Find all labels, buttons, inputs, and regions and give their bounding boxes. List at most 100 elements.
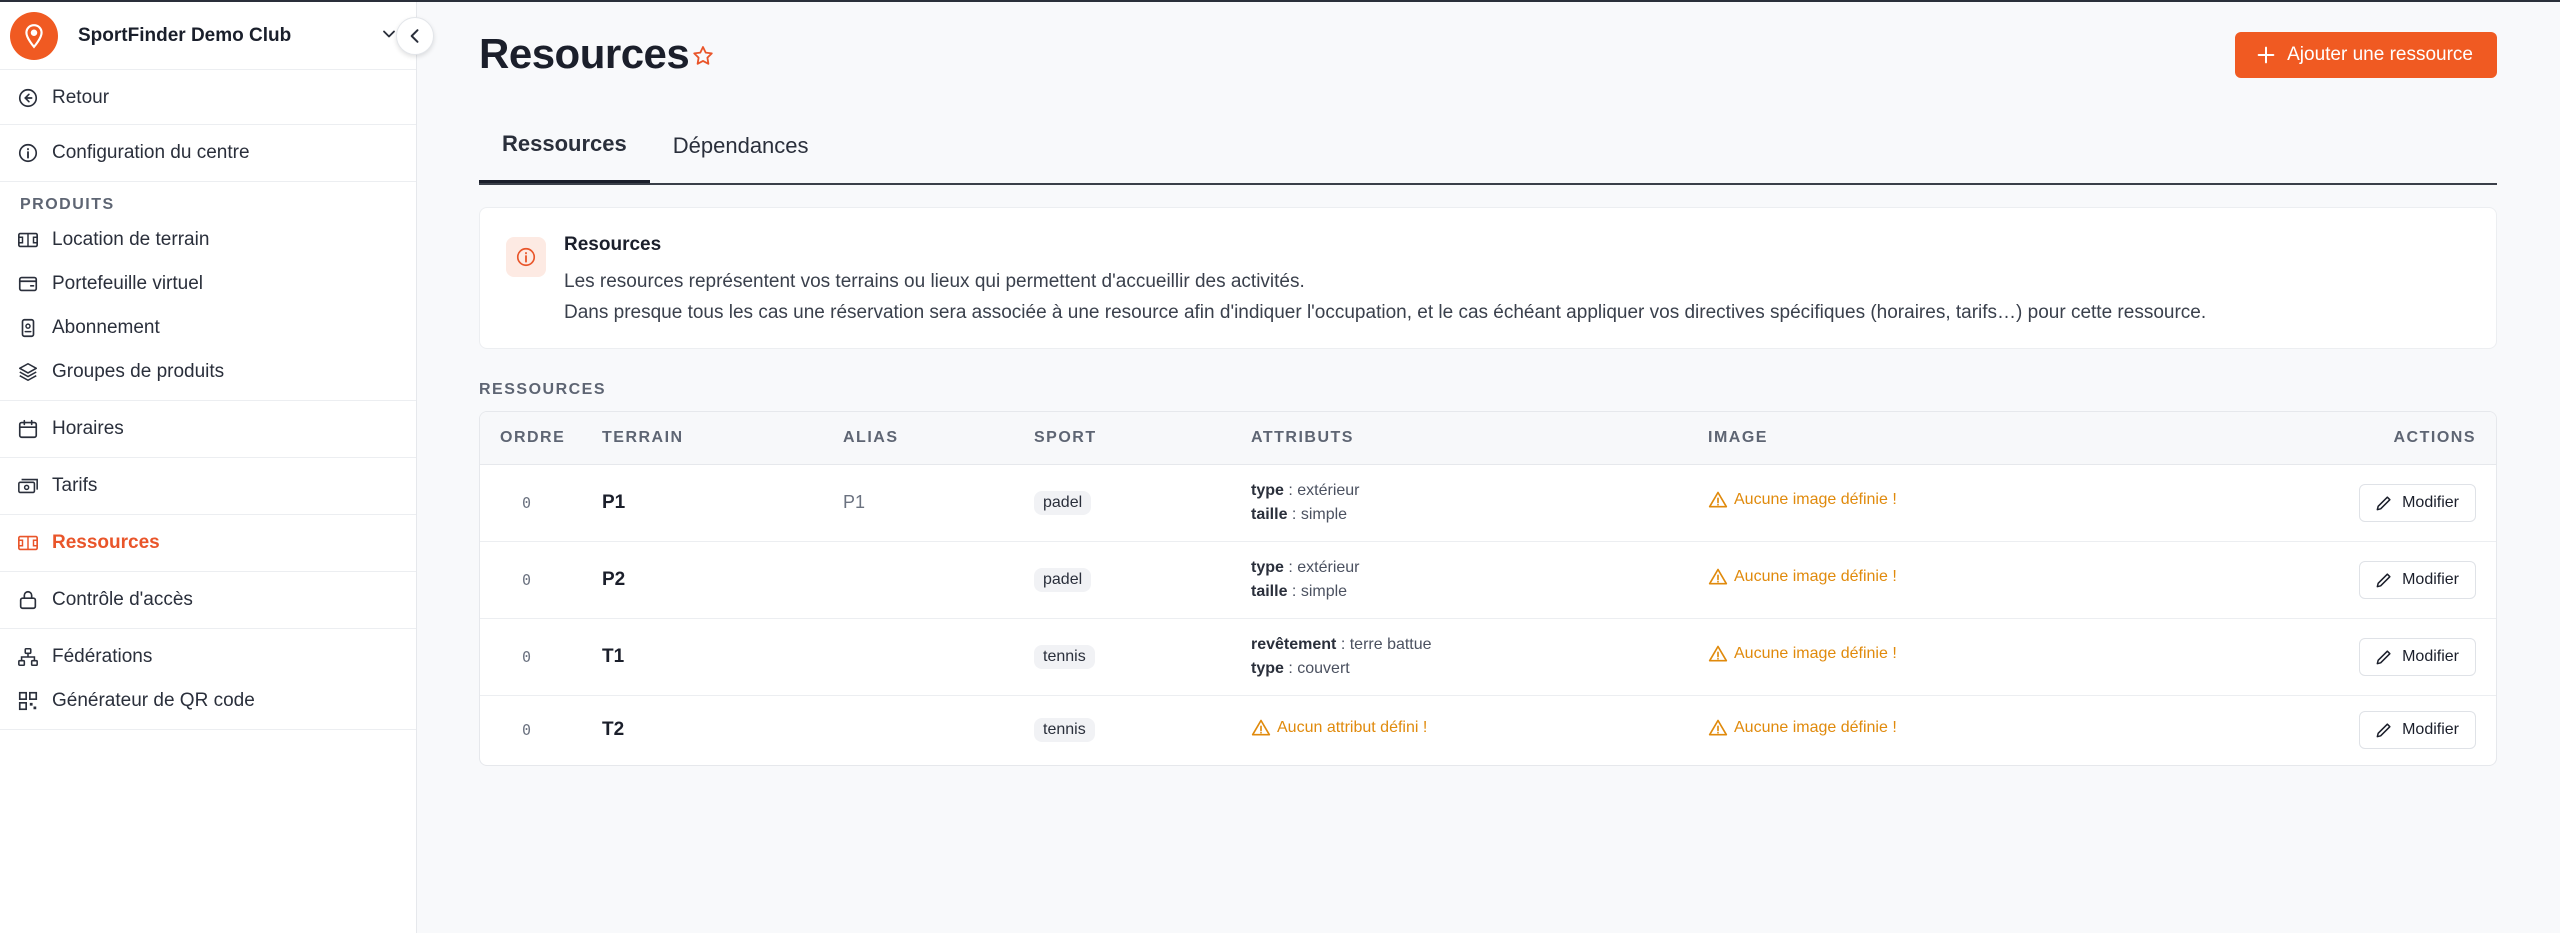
actions-cell: Modifier: [2208, 695, 2496, 765]
table-header-row: ORDRE TERRAIN ALIAS SPORT ATTRIBUTS IMAG…: [480, 412, 2496, 465]
sidebar-item-label: Groupes de produits: [52, 361, 225, 382]
alias-cell: [843, 541, 1034, 619]
info-circle-icon: [516, 247, 536, 267]
pencil-icon: [2376, 572, 2391, 587]
sidebar-item-label: Contrôle d'accès: [52, 589, 193, 610]
collapse-sidebar-button[interactable]: [396, 17, 434, 55]
sidebar-item-controle-acces[interactable]: Contrôle d'accès: [0, 578, 416, 622]
attributes-cell: Aucun attribut défini !: [1251, 695, 1708, 765]
chevron-left-icon: [410, 29, 419, 43]
info-line-2: Dans presque tous les cas une réservatio…: [564, 302, 2207, 323]
attribute-warning-text: Aucun attribut défini !: [1277, 718, 1428, 736]
sport-badge: tennis: [1034, 718, 1095, 743]
image-warning-text: Aucune image définie !: [1734, 645, 1897, 662]
actions-cell: Modifier: [2208, 618, 2496, 696]
tabs: Ressources Dépendances: [479, 108, 2497, 185]
sidebar-item-label: Configuration du centre: [52, 142, 250, 163]
location-pin-icon: [25, 23, 43, 48]
page-header: Resources Ajouter une ressource: [479, 2, 2497, 108]
edit-button[interactable]: Modifier: [2359, 637, 2476, 676]
actions-cell: Modifier: [2208, 464, 2496, 542]
edit-label: Modifier: [2402, 647, 2459, 665]
main-content: Resources Ajouter une ressource Ressourc…: [479, 2, 2497, 766]
attribute-value: extérieur: [1297, 481, 1360, 499]
sidebar-item-configuration[interactable]: Configuration du centre: [0, 131, 416, 175]
ordre-cell: 0: [522, 721, 532, 740]
table-row[interactable]: 0 P2 padel type : extérieur taille : sim…: [480, 541, 2496, 619]
info-callout: Resources Les resources représentent vos…: [479, 207, 2497, 349]
sidebar-item-tarifs[interactable]: Tarifs: [0, 464, 416, 508]
sidebar-item-label: Location de terrain: [52, 229, 210, 250]
sidebar-item-federations[interactable]: Fédérations: [0, 635, 416, 679]
sidebar-item-location-terrain[interactable]: Location de terrain: [0, 218, 416, 262]
edit-label: Modifier: [2402, 721, 2459, 739]
star-icon[interactable]: [691, 44, 715, 68]
sidebar-item-portefeuille[interactable]: Portefeuille virtuel: [0, 262, 416, 306]
warning-triangle-icon: [1708, 568, 1728, 585]
sidebar-item-label: Ressources: [52, 532, 160, 553]
alias-cell: [843, 695, 1034, 765]
column-header-sport[interactable]: SPORT: [1034, 412, 1251, 465]
attribute-key: taille: [1251, 582, 1288, 600]
resources-table: ORDRE TERRAIN ALIAS SPORT ATTRIBUTS IMAG…: [479, 411, 2497, 766]
arrow-left-circle-icon: [18, 88, 38, 108]
sport-badge: tennis: [1034, 644, 1095, 669]
info-circle-icon: [18, 143, 38, 163]
back-label: Retour: [52, 87, 110, 108]
attribute-key: type: [1251, 659, 1284, 677]
sidebar-item-abonnement[interactable]: Abonnement: [0, 306, 416, 350]
image-warning: Aucune image définie !: [1708, 718, 1897, 738]
table-row[interactable]: 0 T1 tennis revêtement : terre battue ty…: [480, 618, 2496, 696]
sidebar-item-label: Générateur de QR code: [52, 690, 255, 711]
attribute-value: terre battue: [1349, 635, 1432, 653]
warning-triangle-icon: [1251, 719, 1271, 736]
image-warning: Aucune image définie !: [1708, 490, 1897, 510]
edit-button[interactable]: Modifier: [2359, 711, 2476, 750]
attributes-cell: type : extérieur taille : simple: [1251, 464, 1708, 542]
terrain-cell: P2: [602, 541, 843, 619]
attributes-cell: type : extérieur taille : simple: [1251, 541, 1708, 619]
products-heading: PRODUITS: [20, 196, 115, 213]
column-header-attributs[interactable]: ATTRIBUTS: [1251, 412, 1708, 465]
sidebar-item-groupes[interactable]: Groupes de produits: [0, 350, 416, 394]
tab-dependances[interactable]: Dépendances: [650, 108, 832, 183]
sidebar-item-label: Abonnement: [52, 317, 160, 338]
edit-button[interactable]: Modifier: [2359, 483, 2476, 522]
alias-cell: [843, 618, 1034, 696]
sport-cell: padel: [1034, 541, 1251, 619]
attribute-key: taille: [1251, 505, 1288, 523]
tab-ressources[interactable]: Ressources: [479, 108, 650, 183]
table-row[interactable]: 0 P1 P1 padel type : extérieur taille : …: [480, 464, 2496, 542]
table-row[interactable]: 0 T2 tennis Aucun attribut défini ! Aucu…: [480, 695, 2496, 765]
sidebar-item-label: Portefeuille virtuel: [52, 273, 204, 294]
sidebar: SportFinder Demo Club Retour Configurati…: [0, 2, 434, 933]
resources-section-label: RESSOURCES: [479, 381, 607, 398]
attribute-value: simple: [1300, 505, 1348, 523]
court-icon: [18, 535, 38, 551]
sport-cell: tennis: [1034, 695, 1251, 765]
add-resource-button[interactable]: Ajouter une ressource: [2235, 32, 2497, 78]
image-warning-text: Aucune image définie !: [1734, 568, 1897, 585]
attribute-key: type: [1251, 481, 1284, 499]
club-name: SportFinder Demo Club: [78, 24, 292, 46]
sport-badge: padel: [1034, 567, 1092, 592]
sidebar-item-qr-generator[interactable]: Générateur de QR code: [0, 679, 416, 723]
warning-triangle-icon: [1708, 491, 1728, 508]
org-chart-icon: [18, 647, 38, 667]
column-header-alias[interactable]: ALIAS: [843, 412, 1034, 465]
alias-cell: P1: [843, 464, 1034, 542]
qr-code-icon: [18, 691, 38, 711]
terrain-cell: T2: [602, 719, 625, 741]
sidebar-item-ressources[interactable]: Ressources: [0, 521, 416, 565]
column-header-terrain[interactable]: TERRAIN: [602, 412, 843, 465]
club-switcher[interactable]: SportFinder Demo Club: [0, 2, 416, 70]
column-header-ordre[interactable]: ORDRE: [480, 412, 602, 465]
back-link[interactable]: Retour: [0, 76, 416, 120]
info-line-1: Les resources représentent vos terrains …: [564, 271, 1305, 292]
sidebar-item-horaires[interactable]: Horaires: [0, 407, 416, 451]
edit-button[interactable]: Modifier: [2359, 560, 2476, 599]
layers-icon: [18, 362, 38, 382]
column-header-image[interactable]: IMAGE: [1708, 412, 2208, 465]
actions-cell: Modifier: [2208, 541, 2496, 619]
edit-label: Modifier: [2402, 493, 2459, 511]
